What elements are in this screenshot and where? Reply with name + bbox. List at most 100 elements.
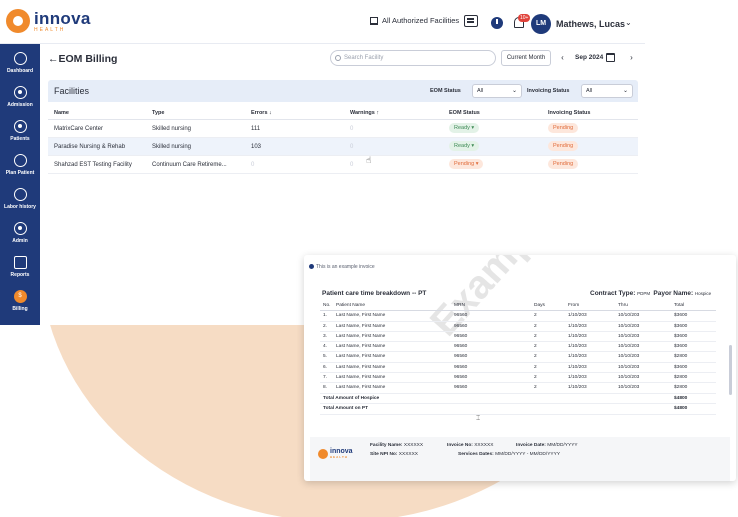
facility-switcher[interactable]: All Authorized Facilities [370, 16, 459, 25]
row-thru: 10/10/203 [618, 385, 640, 391]
chevron-left-icon[interactable]: ‹ [557, 50, 568, 66]
invoice-scrollbar[interactable] [729, 345, 732, 395]
sidebar-item-label: Labor history [4, 204, 36, 210]
table-row[interactable]: Shahzad EST Testing Facility Continuum C… [48, 156, 638, 174]
row-from: 1/10/203 [568, 385, 587, 391]
sidebar-item-label: Admission [7, 102, 33, 108]
list-item: 5. Last Name, First Name 96560 2 1/10/20… [320, 352, 716, 363]
column-header-eom-status[interactable]: EOM Status [449, 106, 480, 120]
row-total: $3600 [674, 313, 688, 319]
chevron-down-icon: ⌄ [622, 88, 628, 94]
row-days: 2 [534, 344, 537, 350]
list-item: 4. Last Name, First Name 96560 2 1/10/20… [320, 342, 716, 353]
logo-mark-icon [6, 9, 30, 33]
brand-logo[interactable]: innova HEALTH [6, 9, 91, 33]
table-header-row: Name Type Errors ↓ Warnings ↑ EOM Status… [48, 106, 638, 120]
facility-list-icon[interactable] [464, 15, 478, 27]
chevron-down-icon[interactable]: ⌄ [625, 18, 632, 27]
row-name: Last Name, First Name [336, 354, 386, 360]
sidebar-item-label: Dashboard [6, 68, 34, 74]
dollar-icon: $ [13, 290, 27, 303]
row-from: 1/10/203 [568, 364, 587, 370]
footer-brand-sub: HEALTH [330, 455, 348, 459]
eom-status-cell[interactable]: Pending ▾ [449, 156, 484, 174]
sidebar-item-billing[interactable]: $ Billing [0, 290, 40, 312]
user-name[interactable]: Mathews, Lucas [556, 19, 625, 29]
column-header-invoicing-status[interactable]: Invoicing Status [548, 106, 590, 120]
table-row[interactable]: MatrixCare Center Skilled nursing 111 0 … [48, 120, 638, 138]
facilities-title: Facilities [54, 86, 90, 96]
current-month-button[interactable]: Current Month [501, 50, 551, 66]
back-arrow-icon[interactable]: ← [48, 53, 59, 65]
row-total: $2800 [674, 375, 688, 381]
column-header-type[interactable]: Type [152, 106, 164, 120]
row-from: 1/10/203 [568, 333, 587, 339]
sidebar-item-plan-patient[interactable]: Plan Patient [0, 154, 40, 176]
table-row[interactable]: Paradise Nursing & Rehab Skilled nursing… [48, 138, 638, 156]
chevron-right-icon[interactable]: › [626, 50, 637, 66]
row-mrn: 96560 [454, 344, 468, 350]
top-bar: innova HEALTH All Authorized Facilities … [0, 0, 645, 44]
brand-sub: HEALTH [34, 26, 66, 33]
column-header-warnings-text: Warnings [350, 110, 375, 116]
status-badge-text: Pending [454, 161, 475, 168]
col-patient-name: Patient Name [336, 303, 366, 308]
row-no: 3. [323, 333, 328, 339]
sidebar-item-patients[interactable]: Patients [0, 120, 40, 142]
column-header-errors-text: Errors [251, 110, 268, 116]
row-from: 1/10/203 [568, 344, 587, 350]
row-from: 1/10/203 [568, 323, 587, 329]
facility-name[interactable]: Shahzad EST Testing Facility [54, 156, 132, 174]
column-header-errors[interactable]: Errors ↓ [251, 106, 272, 120]
sidebar-item-dashboard[interactable]: Dashboard [0, 52, 40, 74]
column-header-warnings[interactable]: Warnings ↑ [350, 106, 379, 120]
facility-switcher-label: All Authorized Facilities [382, 16, 460, 25]
facility-type: Skilled nursing [152, 144, 192, 150]
patients-icon [13, 120, 27, 133]
avatar[interactable]: LM [531, 14, 551, 34]
text-cursor-icon: ⌶ [476, 415, 481, 422]
list-item: 2. Last Name, First Name 96560 2 1/10/20… [320, 322, 716, 332]
row-mrn: 96560 [454, 364, 468, 370]
facility-name[interactable]: Paradise Nursing & Rehab [54, 138, 125, 156]
total-hospice-row: Total Amount of Hospice $4800 [320, 394, 716, 405]
facilities-header: Facilities EOM Status All ⌄ Invoicing Sta… [48, 80, 638, 102]
row-no: 4. [323, 344, 328, 350]
facility-errors: 111 [251, 126, 261, 132]
calendar-icon[interactable] [606, 53, 615, 62]
eom-status-select[interactable]: All ⌄ [472, 84, 522, 98]
logo-mark-icon [318, 448, 328, 459]
row-from: 1/10/203 [568, 375, 587, 381]
clock-icon[interactable] [491, 17, 503, 29]
facility-errors: 103 [251, 144, 262, 150]
row-total: $3600 [674, 323, 688, 329]
eom-status-cell[interactable]: Ready ▾ [449, 120, 480, 138]
search-input[interactable]: Search Facility [330, 50, 496, 66]
sidebar-item-labor-history[interactable]: Labor history [0, 188, 40, 210]
invoicing-status-cell: Pending [548, 156, 579, 174]
list-item: 1. Last Name, First Name 96560 2 1/10/20… [320, 311, 716, 322]
reports-icon [13, 256, 27, 269]
invoice-no-field: Invoice No: XXXXXX [447, 443, 493, 448]
status-badge: Pending [548, 141, 579, 152]
total-hospice-value: $4800 [674, 395, 688, 401]
chevron-down-icon: ⌄ [511, 88, 517, 94]
column-header-name[interactable]: Name [54, 106, 69, 120]
sidebar-item-reports[interactable]: Reports [0, 256, 40, 278]
row-days: 2 [534, 333, 537, 339]
row-no: 8. [323, 385, 328, 391]
sidebar-item-admin[interactable]: Admin [0, 222, 40, 244]
row-name: Last Name, First Name [336, 333, 386, 339]
contract-type-value: PDPM [637, 291, 651, 296]
invoice-preview: This is an example invoice Example Patie… [304, 255, 736, 481]
facilities-table: Name Type Errors ↓ Warnings ↑ EOM Status… [48, 106, 638, 174]
row-thru: 10/10/203 [618, 375, 640, 381]
eom-status-cell[interactable]: Ready ▾ [449, 138, 480, 156]
col-no: No. [323, 303, 331, 308]
services-dates-value: MM/DD/YYYY - MM/DD/YYYY [495, 452, 561, 457]
facility-type: Continuum Care Retireme... [152, 162, 227, 168]
invoice-header-row: No. Patient Name MRN Days From Thru Tota… [320, 301, 716, 312]
sidebar-item-admission[interactable]: Admission [0, 86, 40, 108]
invoicing-status-select[interactable]: All ⌄ [581, 84, 633, 98]
facility-name[interactable]: MatrixCare Center [54, 120, 103, 138]
